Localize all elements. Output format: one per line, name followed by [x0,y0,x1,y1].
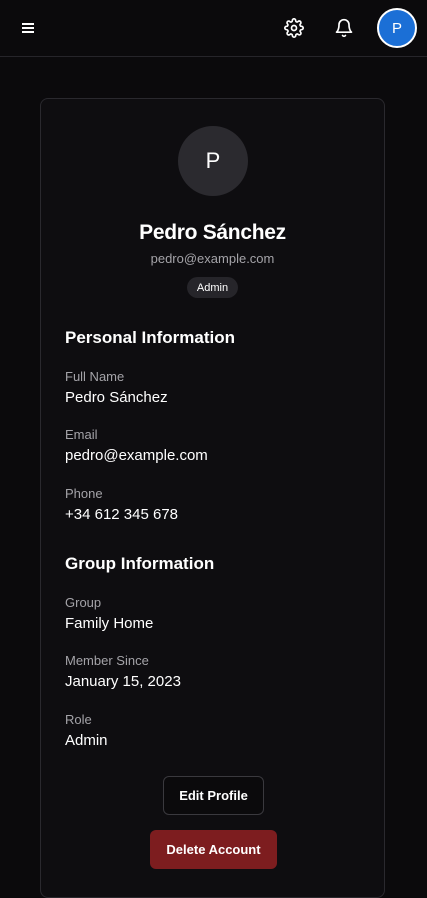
email-value: pedro@example.com [65,447,208,464]
member-since-label: Member Since [65,653,149,668]
role-label: Role [65,712,92,727]
top-bar: P [0,0,427,57]
group-value: Family Home [65,615,154,632]
phone-label: Phone [65,486,103,501]
personal-information-heading: Personal Information [65,328,236,347]
menu-icon [22,23,34,33]
user-avatar-button[interactable]: P [377,8,417,48]
role-badge: Admin [187,277,238,298]
group-information-heading: Group Information [65,554,215,573]
profile-avatar-initial: P [205,148,221,173]
email-label: Email [65,427,98,442]
full-name-value: Pedro Sánchez [65,389,168,406]
phone-value: +34 612 345 678 [65,506,179,523]
full-name-label: Full Name [65,369,125,384]
settings-button[interactable] [280,14,308,42]
group-label: Group [65,595,102,610]
edit-profile-button[interactable]: Edit Profile [163,776,264,815]
role-value: Admin [65,732,108,749]
delete-account-button[interactable]: Delete Account [150,830,277,869]
menu-button[interactable] [18,17,40,39]
profile-email: pedro@example.com [150,251,275,266]
profile-name: Pedro Sánchez [139,221,286,244]
profile-card: P Pedro Sánchez pedro@example.com Admin … [40,98,385,898]
notifications-button[interactable] [330,14,358,42]
bell-icon [335,18,353,38]
profile-avatar: P [178,126,248,196]
member-since-value: January 15, 2023 [65,673,181,690]
gear-icon [284,18,304,38]
avatar-initial: P [391,19,402,37]
